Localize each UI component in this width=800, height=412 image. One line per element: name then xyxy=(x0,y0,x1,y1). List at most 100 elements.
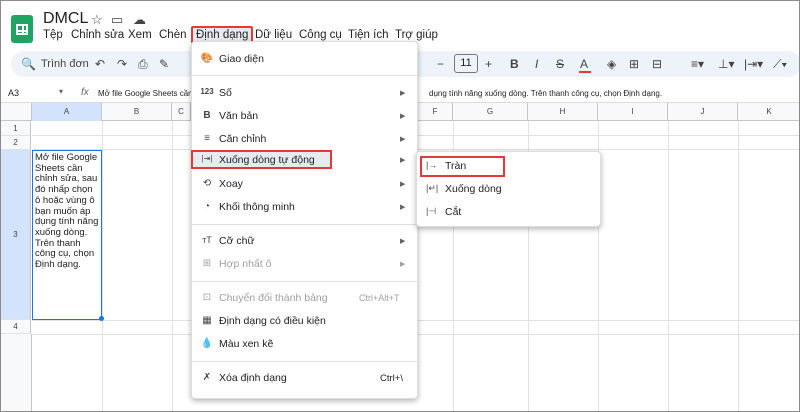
conditional-format-icon: ▦ xyxy=(202,315,212,326)
column-header-a[interactable]: A xyxy=(32,103,102,121)
number-format-icon: 123 xyxy=(200,87,214,96)
format-menu-alternating-colors[interactable]: Màu xen kẽ xyxy=(219,338,273,350)
wrap-icon: |↵| xyxy=(426,183,439,193)
search-icon[interactable]: 🔍 xyxy=(21,57,36,71)
overflow-icon: |→ xyxy=(426,160,438,170)
row-header-2[interactable]: 2 xyxy=(1,136,31,150)
submenu-arrow-icon: ▶ xyxy=(400,238,406,245)
fx-icon: fx xyxy=(81,87,89,98)
font-size-increase-icon[interactable]: + xyxy=(485,57,492,71)
rotation-icon: ⟲ xyxy=(202,178,212,189)
grid-line xyxy=(102,121,103,411)
italic-icon[interactable]: I xyxy=(535,57,538,71)
document-title[interactable]: DMCL xyxy=(43,10,88,28)
format-menu-merge-cells: Hợp nhất ô xyxy=(219,258,272,270)
format-menu-clear[interactable]: Xóa định dạng xyxy=(219,372,287,384)
fill-handle[interactable] xyxy=(99,316,104,321)
cell-a3[interactable]: Mở file Google Sheets cần chỉnh sửa, sau… xyxy=(32,150,102,320)
format-menu-smart-chips[interactable]: Khối thông minh xyxy=(219,201,295,213)
menu-divider xyxy=(191,75,418,76)
grid-line xyxy=(738,121,739,411)
font-size-input[interactable]: 11 xyxy=(454,54,478,73)
format-menu-conditional[interactable]: Định dạng có điều kiện xyxy=(219,315,326,327)
menu-tools[interactable]: Công cụ xyxy=(299,29,342,41)
cloud-status-icon[interactable]: ☁ xyxy=(133,12,146,28)
borders-icon[interactable]: ⊞ xyxy=(629,57,639,71)
alignment-icon: ≡ xyxy=(204,133,210,144)
merge-cells-icon: ⊞ xyxy=(202,258,212,269)
submenu-arrow-icon: ▶ xyxy=(400,261,406,268)
palette-icon: 🎨 xyxy=(200,53,214,64)
column-header-j[interactable]: J xyxy=(668,103,738,121)
menu-file[interactable]: Tệp xyxy=(43,29,63,41)
text-color-icon[interactable]: A xyxy=(580,57,588,71)
menu-edit[interactable]: Chỉnh sửa xyxy=(71,29,124,41)
name-box[interactable]: A3 xyxy=(8,88,19,98)
submenu-arrow-icon: ▶ xyxy=(400,90,406,97)
row-header-4[interactable]: 4 xyxy=(1,320,31,334)
column-header-c[interactable]: C xyxy=(172,103,191,121)
column-header-b[interactable]: B xyxy=(102,103,172,121)
select-all-corner[interactable] xyxy=(1,103,32,121)
submenu-arrow-icon: ▶ xyxy=(400,181,406,188)
submenu-arrow-icon: ▶ xyxy=(400,113,406,120)
menu-divider xyxy=(191,361,418,362)
text-wrap-icon[interactable]: |⇥▾ xyxy=(744,57,763,71)
paint-format-icon[interactable]: ✎ xyxy=(159,57,169,71)
format-menu-wrapping[interactable]: Xuống dòng tự động xyxy=(219,154,315,166)
grid-line xyxy=(172,121,173,411)
undo-icon[interactable]: ↶ xyxy=(95,57,105,71)
wrap-option-overflow[interactable]: Tràn xyxy=(445,160,466,172)
menu-divider xyxy=(191,224,418,225)
strikethrough-icon[interactable]: S xyxy=(556,57,564,71)
clear-format-icon: ✗ xyxy=(202,372,212,383)
format-menu-rotation[interactable]: Xoay xyxy=(219,178,243,190)
formula-input-continued[interactable]: dụng tính năng xuống dòng. Trên thanh cô… xyxy=(429,89,662,98)
menu-data[interactable]: Dữ liệu xyxy=(255,29,292,41)
format-menu-text[interactable]: Văn bản xyxy=(219,110,258,122)
star-icon[interactable]: ☆ xyxy=(91,12,103,28)
row-header-gutter xyxy=(1,334,32,411)
column-header-k[interactable]: K xyxy=(738,103,799,121)
convert-table-icon: ⊡ xyxy=(202,292,212,303)
format-menu-font-size[interactable]: Cỡ chữ xyxy=(219,235,255,247)
merge-cells-icon[interactable]: ⊟ xyxy=(652,57,662,71)
clip-icon: |⊣ xyxy=(426,206,437,216)
menu-view[interactable]: Xem xyxy=(128,29,152,41)
redo-icon[interactable]: ↷ xyxy=(117,57,127,71)
bold-icon[interactable]: B xyxy=(510,57,519,71)
format-menu-convert-table: Chuyển đổi thành bảng xyxy=(219,292,328,304)
format-menu-number[interactable]: Số xyxy=(219,87,232,99)
column-header-g[interactable]: G xyxy=(453,103,528,121)
shortcut-label: Ctrl+\ xyxy=(380,373,403,384)
print-icon[interactable]: ⎙ xyxy=(138,57,148,72)
name-box-dropdown-icon[interactable]: ▾ xyxy=(59,87,63,96)
wrap-option-wrap[interactable]: Xuống dòng xyxy=(445,183,502,195)
column-header-i[interactable]: I xyxy=(598,103,668,121)
menu-extensions[interactable]: Tiện ích xyxy=(348,29,388,41)
row-header-1[interactable]: 1 xyxy=(1,121,31,136)
menu-search-input[interactable]: Trình đơn xyxy=(41,58,89,70)
bold-text-icon: B xyxy=(203,110,211,121)
shortcut-label: Ctrl+Alt+T xyxy=(359,293,400,303)
menu-help[interactable]: Trợ giúp xyxy=(395,29,438,41)
vertical-align-icon[interactable]: ⊥▾ xyxy=(718,57,734,71)
wrap-option-clip[interactable]: Cắt xyxy=(445,206,461,218)
row-header-3[interactable]: 3 xyxy=(1,150,31,320)
move-folder-icon[interactable]: ▭ xyxy=(111,12,123,28)
formula-input[interactable]: Mở file Google Sheets cần xyxy=(98,89,193,98)
format-menu-theme[interactable]: Giao diện xyxy=(219,53,264,65)
menu-divider xyxy=(191,281,418,282)
submenu-arrow-icon: ▶ xyxy=(400,204,406,211)
format-menu-alignment[interactable]: Căn chỉnh xyxy=(219,133,266,145)
menu-insert[interactable]: Chèn xyxy=(159,29,187,41)
sheets-logo-icon[interactable] xyxy=(11,15,33,43)
font-size-icon: тT xyxy=(202,235,212,245)
fill-color-icon[interactable]: ◈ xyxy=(607,57,616,71)
horizontal-align-icon[interactable]: ≡▾ xyxy=(691,57,704,71)
column-header-h[interactable]: H xyxy=(528,103,598,121)
text-rotation-icon[interactable]: ⟋▾ xyxy=(773,57,787,72)
text-wrap-icon: |⇥| xyxy=(201,154,213,163)
column-header-f[interactable]: F xyxy=(418,103,453,121)
font-size-decrease-icon[interactable]: − xyxy=(437,57,444,71)
